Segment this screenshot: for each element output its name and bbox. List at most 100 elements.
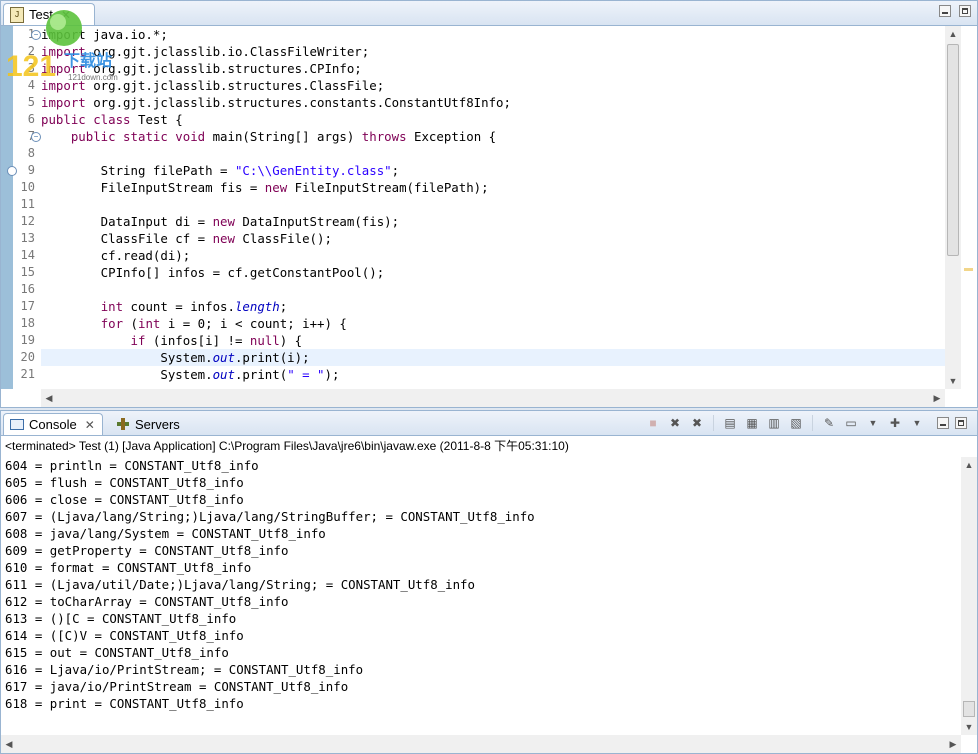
console-output-line: 609 = getProperty = CONSTANT_Utf8_info [5, 543, 289, 558]
clear-console-icon[interactable]: ▤ [722, 415, 738, 431]
scroll-right-icon[interactable]: ▶ [929, 390, 945, 406]
scroll-left-icon[interactable]: ◀ [41, 390, 57, 406]
line-number: 10 [20, 180, 35, 194]
code-token: main(String[] args) [212, 129, 362, 144]
code-token: length [234, 299, 280, 314]
code-line[interactable]: import org.gjt.jclasslib.structures.Clas… [41, 77, 961, 94]
scroll-down-icon[interactable]: ▼ [961, 719, 977, 735]
remove-all-terminated-icon[interactable]: ✖ [689, 415, 705, 431]
word-wrap-icon[interactable]: ▥ [766, 415, 782, 431]
code-token: ; [391, 163, 400, 178]
line-number: 4 [27, 78, 35, 92]
code-line[interactable]: DataInput di = new DataInputStream(fis); [41, 213, 961, 230]
scrollbar-thumb[interactable] [947, 44, 959, 256]
console-output-line: 617 = java/io/PrintStream = CONSTANT_Utf… [5, 679, 349, 694]
code-line[interactable]: String filePath = "C:\\GenEntity.class"; [41, 162, 961, 179]
maximize-icon[interactable] [959, 5, 971, 17]
close-icon[interactable]: ✕ [61, 8, 71, 22]
code-token: org.gjt.jclasslib.structures.constants.C… [93, 95, 511, 110]
code-line[interactable] [41, 281, 961, 298]
code-token: System. [41, 350, 213, 365]
code-line[interactable]: if (infos[i] != null) { [41, 332, 961, 349]
console-process-status: <terminated> Test (1) [Java Application]… [5, 439, 569, 453]
code-line[interactable]: for (int i = 0; i < count; i++) { [41, 315, 961, 332]
console-vertical-scrollbar[interactable]: ▲ ▼ [961, 457, 977, 735]
line-number: 15 [20, 265, 35, 279]
show-console-on-output-icon[interactable]: ▧ [788, 415, 804, 431]
code-line[interactable]: FileInputStream fis = new FileInputStrea… [41, 179, 961, 196]
maximize-icon[interactable] [955, 417, 967, 429]
terminate-icon[interactable]: ■ [645, 415, 661, 431]
editor-tab-test[interactable]: J Test ✕ [3, 3, 95, 25]
fold-collapse-icon[interactable]: − [31, 30, 41, 40]
code-token: ) { [279, 333, 303, 348]
tab-servers[interactable]: Servers [111, 413, 186, 435]
code-line[interactable]: import org.gjt.jclasslib.structures.cons… [41, 94, 961, 111]
remove-launch-icon[interactable]: ✖ [667, 415, 683, 431]
code-line[interactable]: import java.io.*; [41, 26, 961, 43]
code-editor[interactable]: 123456789101112131415161718192021 − − im… [1, 26, 961, 389]
code-line[interactable]: System.out.print(" = "); [41, 366, 961, 383]
scroll-left-icon[interactable]: ◀ [1, 736, 17, 752]
code-line[interactable]: public class Test { [41, 111, 961, 128]
code-token: out [212, 350, 235, 365]
code-token: import java.io.*; [41, 27, 168, 42]
console-output-line: 618 = print = CONSTANT_Utf8_info [5, 696, 244, 711]
code-line[interactable] [41, 145, 961, 162]
scroll-up-icon[interactable]: ▲ [961, 457, 977, 473]
editor-tab-bar: J Test ✕ [1, 1, 977, 26]
tab-console[interactable]: Console ✕ [3, 413, 103, 435]
minimize-icon[interactable] [939, 5, 951, 17]
line-number: 12 [20, 214, 35, 228]
minimize-icon[interactable] [937, 417, 949, 429]
console-output-line: 616 = Ljava/io/PrintStream; = CONSTANT_U… [5, 662, 364, 677]
line-number: 18 [20, 316, 35, 330]
display-console-icon[interactable]: ▭ [843, 415, 859, 431]
code-token: public class [41, 112, 138, 127]
code-line[interactable] [41, 196, 961, 213]
scroll-right-icon[interactable]: ▶ [945, 736, 961, 752]
line-number: 13 [20, 231, 35, 245]
code-token: import [41, 95, 94, 110]
open-console-icon[interactable]: ✚ [887, 415, 903, 431]
console-output[interactable]: 604 = println = CONSTANT_Utf8_info 605 = … [1, 457, 961, 735]
console-output-line: 607 = (Ljava/lang/String;)Ljava/lang/Str… [5, 509, 535, 524]
code-line[interactable]: cf.read(di); [41, 247, 961, 264]
scroll-down-icon[interactable]: ▼ [945, 373, 961, 389]
code-token: "C:\\GenEntity.class" [234, 163, 392, 178]
line-number: 16 [20, 282, 35, 296]
code-line[interactable]: import org.gjt.jclasslib.io.ClassFileWri… [41, 43, 961, 60]
editor-pane: J Test ✕ 1234567891011121314151617181920… [0, 0, 978, 408]
code-line[interactable]: import org.gjt.jclasslib.structures.CPIn… [41, 60, 961, 77]
code-token: throws [361, 129, 415, 144]
code-line[interactable]: int count = infos.length; [41, 298, 961, 315]
code-token: null [249, 333, 280, 348]
editor-horizontal-scrollbar[interactable]: ◀ ▶ [41, 389, 945, 407]
code-line[interactable]: CPInfo[] infos = cf.getConstantPool(); [41, 264, 961, 281]
chevron-down-icon[interactable]: ▼ [909, 415, 925, 431]
console-output-line: 615 = out = CONSTANT_Utf8_info [5, 645, 229, 660]
occurrence-marker[interactable] [964, 268, 973, 271]
scroll-lock-icon[interactable]: ▦ [744, 415, 760, 431]
servers-icon [117, 418, 129, 430]
pin-console-icon[interactable]: ✎ [821, 415, 837, 431]
console-pane: Console ✕ Servers ■ ✖ ✖ ▤ ▦ ▥ ▧ ✎ ▭ ▼ ✚ … [0, 410, 978, 754]
console-output-line: 611 = (Ljava/util/Date;)Ljava/lang/Strin… [5, 577, 475, 592]
code-line[interactable]: public static void main(String[] args) t… [41, 128, 961, 145]
scrollbar-thumb[interactable] [963, 701, 975, 717]
code-token: (infos[i] != [152, 333, 250, 348]
code-token: ); [324, 367, 340, 382]
editor-vertical-scrollbar[interactable]: ▲ ▼ [945, 26, 961, 389]
fold-collapse-icon[interactable]: − [31, 132, 41, 142]
breakpoint-marker-icon[interactable] [7, 166, 17, 176]
console-horizontal-scrollbar[interactable]: ◀ ▶ [1, 735, 961, 753]
chevron-down-icon[interactable]: ▼ [865, 415, 881, 431]
code-token: FileInputStream fis = [41, 180, 265, 195]
tab-servers-label: Servers [135, 416, 180, 432]
scroll-up-icon[interactable]: ▲ [945, 26, 961, 42]
code-line[interactable]: ClassFile cf = new ClassFile(); [41, 230, 961, 247]
close-icon[interactable]: ✕ [85, 418, 95, 432]
code-token: .print(i); [234, 350, 310, 365]
console-tab-bar: Console ✕ Servers ■ ✖ ✖ ▤ ▦ ▥ ▧ ✎ ▭ ▼ ✚ … [1, 411, 977, 436]
code-line[interactable]: System.out.print(i); [41, 349, 961, 366]
